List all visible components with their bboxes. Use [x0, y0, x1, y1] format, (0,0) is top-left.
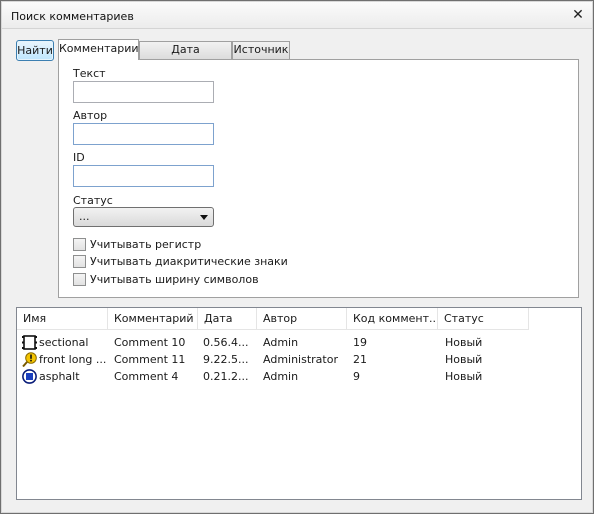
- dropdown-arrow-icon: [200, 215, 208, 220]
- blue-circle-icon: [22, 369, 37, 384]
- column-header-date[interactable]: Дата: [198, 308, 257, 330]
- table-row[interactable]: sectional Comment 10 0.56.4... Admin 19 …: [17, 334, 529, 351]
- row-code: 9: [353, 370, 360, 383]
- comments-tab-panel: Текст Автор ID Статус ... Учитывать реги…: [58, 59, 579, 298]
- text-field[interactable]: [73, 81, 214, 103]
- row-name: front long ...: [39, 353, 107, 366]
- match-diacritics-label: Учитывать диакритические знаки: [90, 255, 288, 268]
- film-frame-icon: [22, 335, 37, 350]
- find-button[interactable]: Найти: [16, 40, 54, 61]
- column-header-name[interactable]: Имя: [17, 308, 108, 330]
- title-bar: Поиск комментариев ✕: [2, 2, 592, 29]
- text-label: Текст: [73, 67, 106, 80]
- match-width-label: Учитывать ширину символов: [90, 273, 259, 286]
- row-comment: Comment 10: [114, 336, 186, 349]
- row-author: Administrator: [263, 353, 338, 366]
- warning-search-icon: [22, 352, 37, 367]
- row-code: 19: [353, 336, 367, 349]
- column-header-author[interactable]: Автор: [257, 308, 347, 330]
- row-date: 9.22.5...: [203, 353, 249, 366]
- row-author: Admin: [263, 336, 299, 349]
- close-icon[interactable]: ✕: [570, 7, 586, 23]
- row-name: asphalt: [39, 370, 80, 383]
- column-header-comment-code[interactable]: Код коммент...: [347, 308, 438, 330]
- row-date: 0.21.2...: [203, 370, 249, 383]
- row-author: Admin: [263, 370, 299, 383]
- author-label: Автор: [73, 109, 108, 122]
- results-header: Имя Комментарий Дата Автор Код коммент..…: [17, 308, 529, 330]
- status-select[interactable]: ...: [73, 207, 214, 227]
- match-width-checkbox[interactable]: [73, 273, 86, 286]
- results-list[interactable]: Имя Комментарий Дата Автор Код коммент..…: [16, 307, 582, 500]
- row-status: Новый: [445, 370, 483, 383]
- match-case-label: Учитывать регистр: [90, 238, 202, 251]
- table-row[interactable]: asphalt Comment 4 0.21.2... Admin 9 Новы…: [17, 368, 529, 385]
- row-status: Новый: [445, 336, 483, 349]
- row-comment: Comment 11: [114, 353, 186, 366]
- match-case-checkbox[interactable]: [73, 238, 86, 251]
- row-date: 0.56.4...: [203, 336, 249, 349]
- id-field[interactable]: [73, 165, 214, 187]
- tab-comments[interactable]: Комментарии: [58, 39, 139, 60]
- id-label: ID: [73, 151, 85, 164]
- row-comment: Comment 4: [114, 370, 179, 383]
- column-header-status[interactable]: Статус: [438, 308, 529, 330]
- row-code: 21: [353, 353, 367, 366]
- column-header-comment[interactable]: Комментарий: [108, 308, 198, 330]
- match-diacritics-checkbox[interactable]: [73, 255, 86, 268]
- search-comments-dialog: Поиск комментариев ✕ Найти Комментарии Д…: [0, 0, 594, 514]
- tab-modified-date[interactable]: Дата изменения: [139, 41, 232, 72]
- row-status: Новый: [445, 353, 483, 366]
- status-select-value: ...: [79, 210, 90, 223]
- window-title: Поиск комментариев: [11, 10, 134, 23]
- tab-source[interactable]: Источник: [232, 41, 290, 59]
- status-label: Статус: [73, 194, 113, 207]
- author-field[interactable]: [73, 123, 214, 145]
- table-row[interactable]: front long ... Comment 11 9.22.5... Admi…: [17, 351, 529, 368]
- row-name: sectional: [39, 336, 89, 349]
